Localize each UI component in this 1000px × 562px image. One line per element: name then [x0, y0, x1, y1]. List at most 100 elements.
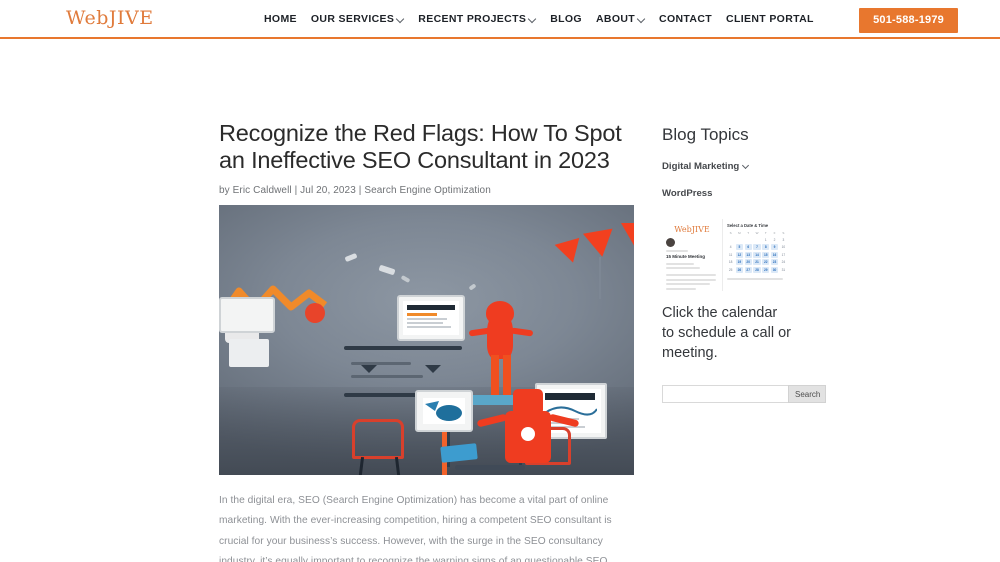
- calendar-day-cell[interactable]: 30: [770, 266, 779, 273]
- calendar-booking-thumbnail[interactable]: WebJIVE 15 Minute Meeting Select a Date …: [662, 219, 790, 291]
- red-robot-badge: [521, 426, 535, 441]
- calendar-day-cell[interactable]: 29: [762, 266, 770, 273]
- wall-poster: [229, 338, 269, 367]
- calendar-day-cell[interactable]: 22: [762, 259, 770, 265]
- nav-item-label: BLOG: [550, 13, 582, 25]
- shelf-line: [351, 361, 411, 365]
- chevron-down-icon: [638, 15, 645, 22]
- calendar-weekday-label: T: [764, 231, 767, 235]
- calendar-cell-empty: [753, 237, 760, 243]
- site-logo[interactable]: WebJIVE: [66, 7, 154, 29]
- paper-scrap: [378, 264, 396, 276]
- chevron-down-icon: [529, 15, 536, 22]
- calendar-day-cell[interactable]: 7: [753, 244, 761, 250]
- nav-item-about[interactable]: ABOUT: [596, 13, 645, 25]
- calendar-day-cell: 31: [781, 267, 786, 272]
- nav-item-label: CLIENT PORTAL: [726, 13, 814, 25]
- article: Recognize the Red Flags: How To Spot an …: [219, 78, 634, 562]
- calendar-left-panel: WebJIVE 15 Minute Meeting: [662, 219, 723, 291]
- calendar-weekday-label: W: [755, 231, 759, 235]
- red-flag-icon: [554, 237, 586, 267]
- calendar-day-cell[interactable]: 20: [744, 259, 752, 265]
- right-monitor-header-bar: [545, 392, 595, 400]
- nav-item-client-portal[interactable]: CLIENT PORTAL: [726, 13, 814, 25]
- shelf-line: [344, 345, 462, 350]
- calendar-logo: WebJIVE: [674, 225, 710, 234]
- calendar-day-cell: 4: [729, 245, 732, 249]
- calendar-day-cell[interactable]: 27: [744, 266, 752, 273]
- calendar-grid[interactable]: S M T W T F S 1 2 3 4 5 6 7 8 9 10 11 12 13 14 15 16 17 18 19 20 21…: [727, 231, 787, 273]
- calendar-right-panel: Select a Date & Time S M T W T F S 1 2 3 4 5 6 7 8 9 10 1…: [723, 219, 790, 291]
- calendar-weekday-label: S: [782, 231, 785, 235]
- calendar-weekday-label: S: [729, 231, 732, 235]
- nav-item-our-services[interactable]: OUR SERVICES: [311, 13, 404, 25]
- featured-image: [219, 204, 634, 475]
- site-header: WebJIVE HOME OUR SERVICES RECENT PROJECT…: [0, 0, 1000, 39]
- nav-item-contact[interactable]: CONTACT: [659, 13, 712, 25]
- search-input[interactable]: [662, 385, 788, 403]
- calendar-meeting-title: 15 Minute Meeting: [666, 253, 706, 259]
- shelf-line: [351, 374, 423, 378]
- red-figure-head: [486, 300, 514, 325]
- placeholder-line: [666, 287, 696, 290]
- calendar-day-cell[interactable]: 8: [762, 244, 770, 250]
- placeholder-line: [666, 249, 688, 252]
- calendar-day-cell[interactable]: 14: [753, 251, 761, 258]
- search-button[interactable]: Search: [788, 385, 826, 403]
- calendar-day-cell: 24: [781, 260, 786, 264]
- sidebar-item-label: WordPress: [662, 188, 713, 199]
- calendar-day-cell[interactable]: 6: [744, 244, 752, 250]
- left-monitor: [219, 296, 275, 333]
- sidebar-item-label: Digital Marketing: [662, 161, 740, 172]
- calendar-day-cell[interactable]: 28: [753, 266, 761, 273]
- phone-cta-button[interactable]: 501-588-1979: [859, 8, 958, 33]
- red-flag-icon: [582, 228, 618, 260]
- red-dot-shape: [305, 302, 325, 323]
- sidebar-item-wordpress[interactable]: WordPress: [662, 188, 790, 199]
- paper-scrap: [400, 274, 411, 283]
- calendar-day-cell: 3: [782, 237, 785, 242]
- nav-item-label: HOME: [264, 13, 297, 25]
- sidebar-item-digital-marketing[interactable]: Digital Marketing: [662, 161, 790, 172]
- calendar-cell-empty: [736, 237, 743, 243]
- monitor-blue-shapes: [425, 400, 462, 421]
- red-figure-arm-right: [510, 327, 534, 337]
- red-chair: [352, 418, 404, 459]
- calendar-day-cell[interactable]: 15: [762, 251, 770, 258]
- placeholder-line: [666, 274, 716, 276]
- placeholder-line: [666, 262, 694, 265]
- calendar-day-cell[interactable]: 13: [744, 251, 752, 258]
- calendar-day-cell[interactable]: 19: [735, 259, 744, 265]
- calendar-weekday-label: F: [773, 231, 776, 235]
- calendar-day-cell: 2: [773, 237, 776, 242]
- placeholder-line: [727, 277, 783, 280]
- primary-navigation: HOME OUR SERVICES RECENT PROJECTS BLOG A…: [264, 13, 814, 25]
- calendar-panel-title: Select a Date & Time: [727, 223, 769, 228]
- calendar-day-cell: 18: [728, 260, 733, 264]
- calendar-weekday-label: T: [747, 231, 750, 235]
- calendar-day-cell[interactable]: 9: [770, 244, 779, 250]
- placeholder-line: [666, 267, 700, 269]
- nav-item-label: CONTACT: [659, 13, 713, 25]
- calendar-day-cell[interactable]: 16: [770, 251, 779, 258]
- nav-item-label: ABOUT: [595, 13, 636, 25]
- calendar-day-cell[interactable]: 12: [735, 251, 744, 258]
- chevron-down-icon: [743, 162, 750, 169]
- sidebar-title: Blog Topics: [662, 125, 749, 144]
- nav-item-recent-projects[interactable]: RECENT PROJECTS: [418, 13, 536, 25]
- calendar-cell-empty: [745, 237, 752, 243]
- red-figure-leg: [503, 354, 511, 397]
- post-meta: by Eric Caldwell | Jul 20, 2023 | Search…: [219, 184, 491, 196]
- calendar-day-cell[interactable]: 5: [735, 244, 744, 250]
- calendar-cell-empty: [727, 237, 734, 243]
- calendar-day-cell: 25: [728, 267, 733, 272]
- nav-item-blog[interactable]: BLOG: [550, 13, 582, 25]
- calendar-day-cell[interactable]: 21: [753, 259, 761, 265]
- nav-item-home[interactable]: HOME: [264, 13, 297, 25]
- center-laptop-content: [407, 304, 455, 328]
- paper-scrap: [344, 252, 358, 263]
- calendar-day-cell[interactable]: 23: [770, 259, 779, 265]
- calendar-day-cell[interactable]: 26: [735, 266, 744, 273]
- calendar-day-cell: 11: [728, 252, 733, 257]
- nav-item-label: OUR SERVICES: [310, 13, 395, 25]
